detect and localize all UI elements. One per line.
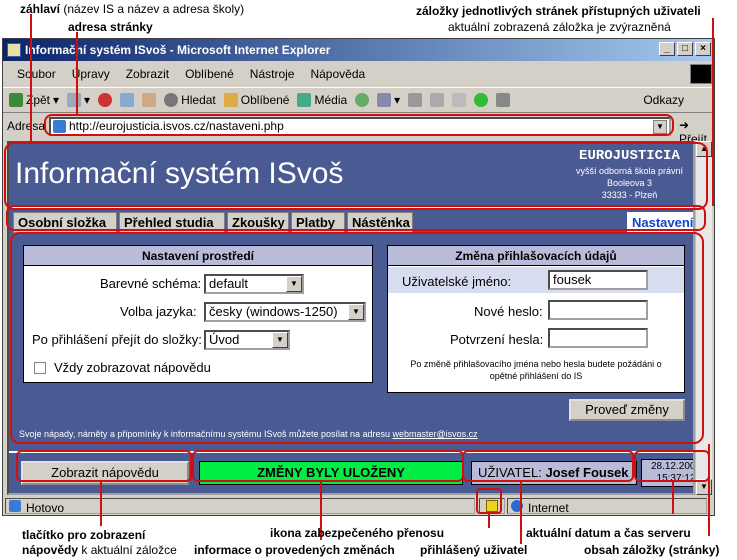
home-button[interactable] (142, 93, 157, 107)
mail-icon (377, 93, 392, 107)
edit-icon (430, 93, 445, 107)
user-pointer (520, 482, 522, 544)
media-icon (297, 93, 312, 107)
annotation-help-line1: tlačítko pro zobrazení (22, 528, 146, 542)
media-button[interactable]: Média (297, 93, 347, 107)
links-label: Odkazy (643, 93, 684, 107)
print-icon (408, 93, 423, 107)
mail-button[interactable]: ▾ (377, 93, 400, 107)
search-button[interactable]: Hledat (164, 93, 216, 107)
media-label: Média (314, 93, 348, 107)
favorites-button[interactable]: Oblíbené (223, 93, 290, 107)
annotation-tabs: záložky jednotlivých stránek přístupných… (416, 4, 701, 18)
edit-button[interactable] (430, 93, 445, 107)
lock-pointer (488, 514, 490, 528)
annotation-datetime: aktuální datum a čas serveru (526, 526, 691, 540)
annotation-help-bold: nápovědy (22, 543, 79, 557)
menu-file[interactable]: Soubor (9, 67, 64, 81)
root: záhlaví (název IS a název a adresa školy… (0, 0, 737, 560)
discuss-button[interactable] (452, 93, 467, 107)
annotation-help-line2: nápovědy k aktuální záložce (22, 543, 177, 557)
address-label: Adresa (7, 119, 46, 133)
annotation-address: adresa stránky (68, 20, 153, 34)
search-icon (164, 93, 179, 107)
title-bar: Informační systém ISvoš - Microsoft Inte… (3, 39, 714, 61)
discuss-icon (452, 93, 467, 107)
content-pointer (708, 444, 710, 536)
status-bar: Hotovo Internet (3, 497, 714, 515)
back-arrow-icon (9, 93, 23, 107)
messenger-button[interactable] (474, 93, 489, 107)
tabs-frame (6, 205, 706, 231)
ie-icon (7, 43, 21, 57)
maximize-button[interactable]: □ (677, 42, 693, 56)
close-button[interactable]: × (695, 42, 711, 56)
history-icon (355, 93, 370, 107)
annotation-content: obsah záložky (stránky) (584, 543, 720, 557)
links-button[interactable]: Odkazy (643, 93, 684, 107)
annotation-header-bold: záhlaví (20, 2, 61, 16)
annotation-info: informace o provedených změnách (194, 543, 395, 557)
minimize-button[interactable]: _ (659, 42, 675, 56)
research-icon (496, 93, 511, 107)
menu-favorites[interactable]: Oblíbené (177, 67, 242, 81)
annotation-lock: ikona zabezpečeného přenosu (270, 526, 445, 540)
menu-view[interactable]: Zobrazit (118, 67, 177, 81)
help-pointer (100, 482, 102, 526)
messenger-icon (474, 93, 489, 107)
menu-help[interactable]: Nápověda (302, 67, 373, 81)
menu-edit[interactable]: Úpravy (64, 67, 118, 81)
print-button[interactable] (408, 93, 423, 107)
content-frame (10, 232, 704, 444)
forward-button[interactable]: ▾ (67, 93, 90, 107)
refresh-button[interactable] (120, 93, 135, 107)
annotation-header: záhlaví (název IS a název a adresa školy… (20, 2, 244, 16)
datetime-frame (634, 450, 710, 482)
home-icon (142, 93, 157, 107)
zone-text: Internet (528, 501, 569, 515)
windows-logo-icon (690, 64, 712, 84)
header-frame (4, 142, 708, 210)
annotation-header-rest: (název IS a název a adresa školy) (63, 2, 245, 16)
tabs-pointer (712, 18, 714, 206)
research-button[interactable] (496, 93, 511, 107)
message-frame (192, 450, 464, 482)
annotation-help-rest: k aktuální záložce (81, 543, 177, 557)
history-button[interactable] (355, 93, 370, 107)
annotation-user: přihlášený uživatel (420, 543, 528, 557)
annotation-tabs-sub: aktuální zobrazená záložka je zvýrazněná (448, 20, 671, 34)
address-frame (44, 114, 674, 136)
forward-arrow-icon (67, 93, 82, 107)
header-pointer (30, 14, 32, 144)
user-frame (462, 450, 634, 482)
search-label: Hledat (181, 93, 216, 107)
refresh-icon (120, 93, 135, 107)
toolbar: Zpět ▾ ▾ Hledat Oblíbené Média ▾ Odkazy (3, 87, 714, 113)
favorites-label: Oblíbené (240, 93, 290, 107)
window-title: Informační systém ISvoš - Microsoft Inte… (25, 43, 331, 57)
back-button[interactable]: Zpět ▾ (9, 93, 59, 107)
menu-bar: Soubor Úpravy Zobrazit Oblíbené Nástroje… (3, 63, 714, 85)
datetime-pointer (672, 482, 674, 514)
status-text-cell: Hotovo (5, 498, 475, 515)
stop-button[interactable] (98, 93, 113, 107)
help-button-frame (16, 450, 192, 482)
favorites-icon (223, 93, 238, 107)
stop-icon (98, 93, 113, 107)
address-pointer (76, 32, 78, 114)
window-controls: _ □ × (659, 42, 711, 56)
status-text: Hotovo (26, 501, 65, 515)
zone-cell: Internet (507, 498, 707, 515)
menu-tools[interactable]: Nástroje (242, 67, 303, 81)
page-status-icon (9, 500, 21, 512)
lock-frame (476, 488, 502, 514)
